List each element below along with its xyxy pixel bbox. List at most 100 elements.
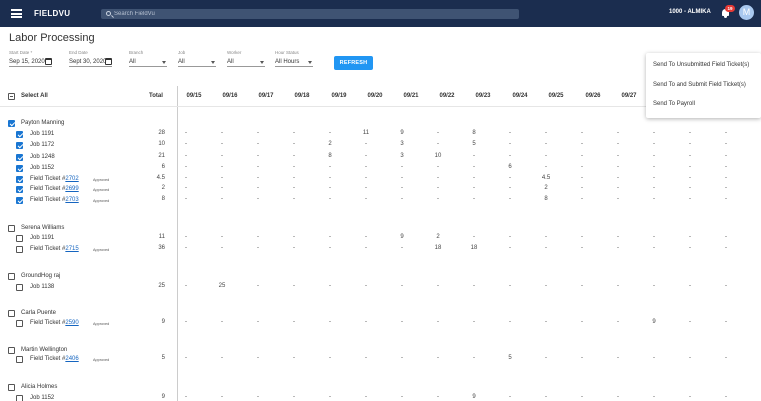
avatar[interactable]: M xyxy=(739,5,754,20)
hours-cell[interactable]: - xyxy=(243,394,273,400)
hours-cell[interactable]: - xyxy=(459,164,489,170)
row-checkbox[interactable] xyxy=(16,197,23,204)
hours-cell[interactable]: - xyxy=(315,164,345,170)
worker-checkbox[interactable] xyxy=(8,347,15,354)
menu-icon[interactable] xyxy=(11,9,22,18)
hours-cell[interactable]: - xyxy=(639,355,669,361)
row-checkbox[interactable] xyxy=(16,131,23,138)
hours-cell[interactable]: - xyxy=(279,175,309,181)
hours-cell[interactable]: 25 xyxy=(207,283,237,289)
hours-cell[interactable]: - xyxy=(639,245,669,251)
hours-cell[interactable]: - xyxy=(459,185,489,191)
menu-item-send-unsubmitted[interactable]: Send To Unsubmitted Field Ticket(s) xyxy=(653,62,749,68)
hours-cell[interactable]: 8 xyxy=(531,196,561,202)
hours-cell[interactable]: - xyxy=(495,234,525,240)
hours-cell[interactable]: - xyxy=(495,245,525,251)
hours-cell[interactable]: - xyxy=(603,153,633,159)
worker-checkbox[interactable] xyxy=(8,225,15,232)
hours-cell[interactable]: - xyxy=(171,141,201,147)
hours-cell[interactable]: - xyxy=(639,141,669,147)
hours-cell[interactable]: 9 xyxy=(387,234,417,240)
hours-cell[interactable]: - xyxy=(603,141,633,147)
row-checkbox[interactable] xyxy=(16,395,23,401)
hours-cell[interactable]: - xyxy=(387,319,417,325)
hours-cell[interactable]: - xyxy=(423,355,453,361)
hours-cell[interactable]: - xyxy=(207,196,237,202)
hours-cell[interactable]: - xyxy=(351,153,381,159)
hours-cell[interactable]: - xyxy=(459,234,489,240)
hours-cell[interactable]: - xyxy=(387,283,417,289)
hours-cell[interactable]: - xyxy=(279,319,309,325)
hours-cell[interactable]: - xyxy=(603,245,633,251)
hours-cell[interactable]: - xyxy=(423,394,453,400)
hours-cell[interactable]: 2 xyxy=(423,234,453,240)
hours-cell[interactable]: - xyxy=(603,394,633,400)
hours-cell[interactable]: 4.5 xyxy=(531,175,561,181)
hours-cell[interactable]: - xyxy=(171,355,201,361)
hours-cell[interactable]: - xyxy=(315,175,345,181)
row-checkbox[interactable] xyxy=(16,186,23,193)
hours-cell[interactable]: - xyxy=(423,130,453,136)
hours-cell[interactable]: - xyxy=(387,185,417,191)
hours-cell[interactable]: - xyxy=(639,130,669,136)
company-selector[interactable]: 1000 - ALMIKA xyxy=(669,9,711,15)
hours-cell[interactable]: - xyxy=(675,196,705,202)
row-checkbox[interactable] xyxy=(16,235,23,242)
brand-logo[interactable]: FIELDVU xyxy=(34,9,70,18)
hours-cell[interactable]: - xyxy=(243,319,273,325)
hours-cell[interactable]: - xyxy=(351,245,381,251)
hours-cell[interactable]: - xyxy=(243,234,273,240)
hours-cell[interactable]: - xyxy=(387,245,417,251)
hours-cell[interactable]: - xyxy=(531,283,561,289)
hours-cell[interactable]: - xyxy=(603,196,633,202)
hours-cell[interactable]: - xyxy=(495,185,525,191)
hours-cell[interactable]: - xyxy=(603,164,633,170)
hours-cell[interactable]: - xyxy=(639,234,669,240)
hours-cell[interactable]: - xyxy=(171,185,201,191)
hours-cell[interactable]: - xyxy=(207,355,237,361)
hours-cell[interactable]: - xyxy=(351,185,381,191)
hours-cell[interactable]: - xyxy=(387,355,417,361)
hours-cell[interactable]: - xyxy=(243,355,273,361)
hours-cell[interactable]: 18 xyxy=(459,245,489,251)
hours-cell[interactable]: - xyxy=(711,196,741,202)
hours-cell[interactable]: - xyxy=(567,234,597,240)
hours-cell[interactable]: - xyxy=(459,175,489,181)
hours-cell[interactable]: 9 xyxy=(639,319,669,325)
hours-cell[interactable]: - xyxy=(171,175,201,181)
hours-cell[interactable]: - xyxy=(495,196,525,202)
hours-cell[interactable]: 18 xyxy=(423,245,453,251)
hours-cell[interactable]: - xyxy=(243,141,273,147)
hours-cell[interactable]: - xyxy=(639,283,669,289)
hours-cell[interactable]: - xyxy=(711,319,741,325)
row-checkbox[interactable] xyxy=(16,165,23,172)
hours-cell[interactable]: - xyxy=(531,394,561,400)
hours-cell[interactable]: - xyxy=(567,394,597,400)
row-checkbox[interactable] xyxy=(16,142,23,149)
hours-cell[interactable]: - xyxy=(171,196,201,202)
worker-checkbox[interactable] xyxy=(8,384,15,391)
hours-cell[interactable]: 10 xyxy=(423,153,453,159)
hours-cell[interactable]: - xyxy=(315,130,345,136)
hours-cell[interactable]: - xyxy=(639,185,669,191)
hours-cell[interactable]: - xyxy=(171,394,201,400)
menu-item-send-and-submit[interactable]: Send To and Submit Field Ticket(s) xyxy=(653,82,746,88)
hours-cell[interactable]: - xyxy=(243,196,273,202)
hours-cell[interactable]: - xyxy=(243,283,273,289)
hours-cell[interactable]: - xyxy=(315,319,345,325)
hours-cell[interactable]: - xyxy=(459,283,489,289)
worker-checkbox[interactable] xyxy=(8,310,15,317)
hours-cell[interactable]: - xyxy=(495,141,525,147)
hours-cell[interactable]: - xyxy=(207,175,237,181)
hours-cell[interactable]: - xyxy=(423,196,453,202)
calendar-icon[interactable] xyxy=(105,58,112,65)
menu-item-send-to-payroll[interactable]: Send To Payroll xyxy=(653,101,695,107)
hours-cell[interactable]: - xyxy=(279,153,309,159)
hours-cell[interactable]: 11 xyxy=(351,130,381,136)
hours-cell[interactable]: - xyxy=(567,153,597,159)
hours-cell[interactable]: - xyxy=(495,394,525,400)
hours-cell[interactable]: - xyxy=(423,141,453,147)
hours-cell[interactable]: - xyxy=(207,141,237,147)
hours-cell[interactable]: - xyxy=(639,175,669,181)
hours-cell[interactable]: - xyxy=(207,185,237,191)
